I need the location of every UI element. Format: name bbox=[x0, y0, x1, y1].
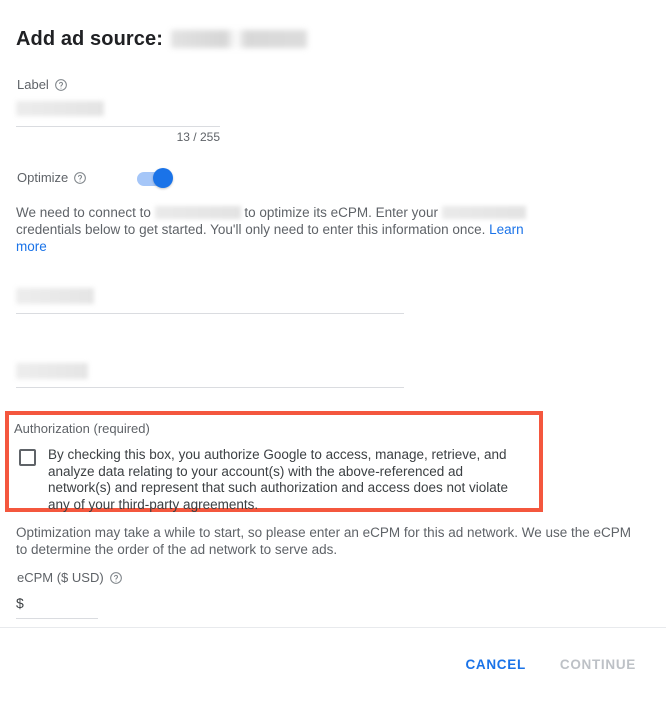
authorization-checkbox-row[interactable]: By checking this box, you authorize Goog… bbox=[19, 447, 529, 513]
redacted-label-value bbox=[16, 101, 104, 116]
label-character-counter: 13 / 255 bbox=[176, 130, 220, 144]
help-circle-icon[interactable] bbox=[54, 78, 68, 92]
connect-notice-part3: credentials below to get started. You'll… bbox=[16, 222, 486, 237]
label-input-underline bbox=[16, 126, 220, 127]
ecpm-currency-prefix: $ bbox=[16, 595, 24, 611]
optimize-label-text: Optimize bbox=[17, 170, 69, 185]
optimize-label: Optimize bbox=[17, 170, 87, 185]
page-title-text: Add ad source: bbox=[16, 27, 163, 50]
optimize-toggle[interactable] bbox=[135, 167, 185, 191]
help-circle-icon[interactable] bbox=[73, 171, 87, 185]
redacted-credential-value-1 bbox=[16, 288, 94, 304]
connect-notice-part1: We need to connect to bbox=[16, 205, 151, 220]
credential-field-1-underline bbox=[16, 313, 404, 314]
credential-field-1[interactable] bbox=[16, 288, 404, 310]
cancel-button[interactable]: CANCEL bbox=[457, 649, 533, 680]
credential-field-2-underline bbox=[16, 387, 404, 388]
credential-field-2[interactable] bbox=[16, 363, 404, 385]
ecpm-field-label: eCPM ($ USD) bbox=[17, 570, 123, 585]
dialog-footer: CANCEL CONTINUE bbox=[0, 628, 666, 701]
page-title: Add ad source: bbox=[16, 24, 307, 54]
ecpm-field-label-text: eCPM ($ USD) bbox=[17, 570, 104, 585]
continue-button: CONTINUE bbox=[552, 649, 644, 680]
label-input[interactable] bbox=[16, 99, 220, 123]
label-field-label: Label bbox=[17, 77, 68, 92]
ecpm-input[interactable]: $ bbox=[16, 592, 98, 614]
authorization-section-label: Authorization (required) bbox=[14, 421, 150, 436]
optimize-toggle-thumb bbox=[153, 168, 173, 188]
optimization-note: Optimization may take a while to start, … bbox=[16, 525, 632, 557]
add-ad-source-dialog: Add ad source: Label 13 / 255 Optimize W… bbox=[0, 0, 666, 701]
authorization-consent-text: By checking this box, you authorize Goog… bbox=[48, 447, 509, 512]
connect-notice-part2: to optimize its eCPM. Enter your bbox=[244, 205, 438, 220]
redacted-network-name-1 bbox=[154, 206, 241, 219]
connect-notice: We need to connect to to optimize its eC… bbox=[16, 204, 536, 255]
redacted-network-name-2 bbox=[441, 206, 526, 219]
label-field-label-text: Label bbox=[17, 77, 49, 92]
help-circle-icon[interactable] bbox=[109, 571, 123, 585]
ecpm-input-underline bbox=[16, 618, 98, 619]
redacted-ad-source-name bbox=[170, 30, 307, 48]
authorization-checkbox[interactable] bbox=[19, 449, 36, 466]
redacted-credential-value-2 bbox=[16, 363, 88, 379]
